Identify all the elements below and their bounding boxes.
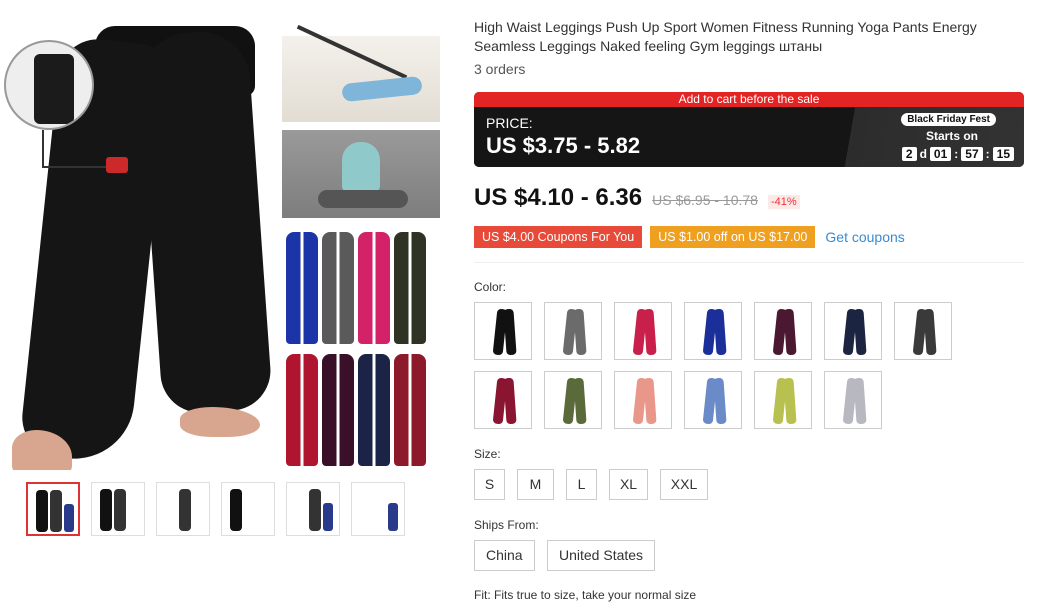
thumbnail[interactable]: [286, 482, 340, 536]
color-swatch[interactable]: [894, 302, 952, 360]
countdown-separator: :: [985, 147, 990, 161]
pant-variant-image: [394, 232, 426, 344]
callout-line: [42, 130, 44, 168]
color-swatch[interactable]: [824, 371, 882, 429]
thumbnail[interactable]: [351, 482, 405, 536]
swatch-leggings-image: [713, 308, 727, 356]
swatch-leggings-image: [853, 377, 867, 425]
order-count: 3 orders: [474, 61, 526, 77]
phone-pocket-zoom-image: [4, 40, 94, 130]
product-gallery: [0, 0, 460, 605]
size-option-l[interactable]: L: [566, 469, 597, 500]
color-swatch[interactable]: [684, 371, 742, 429]
pant-variant-image: [286, 232, 318, 344]
color-swatch[interactable]: [614, 371, 672, 429]
swatch-leggings-image: [853, 308, 867, 356]
swatch-leggings-image: [503, 377, 517, 425]
price-row: US $4.10 - 6.36 US $6.95 - 10.78 -41%: [474, 184, 800, 212]
size-option-m[interactable]: M: [517, 469, 554, 500]
promo-price-label: PRICE:: [486, 115, 533, 131]
pant-variant-image: [322, 354, 354, 466]
swatch-leggings-image: [713, 377, 727, 425]
divider: [474, 262, 1024, 263]
swatch-leggings-image: [503, 308, 517, 356]
get-coupons-link[interactable]: Get coupons: [825, 229, 904, 245]
starts-on-label: Starts on: [925, 129, 978, 143]
size-option-s[interactable]: S: [474, 469, 505, 500]
color-swatch[interactable]: [474, 371, 532, 429]
color-swatch[interactable]: [544, 302, 602, 360]
black-friday-badge: Black Friday Fest: [901, 113, 996, 126]
thumbnail[interactable]: [91, 482, 145, 536]
swatch-leggings-image: [643, 377, 657, 425]
color-label: Color:: [474, 280, 507, 294]
swatch-leggings-image: [573, 377, 587, 425]
yoga-photo-1: [282, 24, 440, 122]
ships-from-china[interactable]: China: [474, 540, 535, 571]
thumbnail[interactable]: [156, 482, 210, 536]
swatch-leggings-image: [783, 308, 797, 356]
callout-line: [42, 166, 112, 168]
color-swatch[interactable]: [684, 302, 742, 360]
color-swatch[interactable]: [474, 302, 532, 360]
color-swatch[interactable]: [544, 371, 602, 429]
color-swatch[interactable]: [824, 302, 882, 360]
countdown-days: 2: [901, 147, 917, 161]
color-swatch[interactable]: [754, 302, 812, 360]
size-option-xxl[interactable]: XXL: [660, 469, 708, 500]
pant-variant-image: [286, 354, 318, 466]
swatch-leggings-image: [923, 308, 937, 356]
color-swatch[interactable]: [754, 371, 812, 429]
swatch-leggings-image: [643, 308, 657, 356]
product-info: High Waist Leggings Push Up Sport Women …: [474, 18, 1026, 77]
color-variants-image: [282, 228, 440, 470]
fit-note: Fit: Fits true to size, take your normal…: [474, 588, 697, 602]
sale-countdown: 2 d 01 : 57 : 15: [901, 147, 1014, 161]
yoga-photo-2: [282, 130, 440, 218]
coupon-row: US $4.00 Coupons For You US $1.00 off on…: [474, 226, 905, 248]
main-product-image[interactable]: [0, 12, 445, 470]
pant-variant-image: [322, 232, 354, 344]
phone-pocket-marker: [106, 157, 128, 173]
ships-from-label: Ships From:: [474, 518, 539, 532]
coupon-badge[interactable]: US $1.00 off on US $17.00: [650, 226, 816, 248]
promo-price: US $3.75 - 5.82: [486, 133, 641, 158]
promo-banner-text: Add to cart before the sale: [474, 92, 1024, 107]
pant-variant-image: [358, 232, 390, 344]
pant-variant-image: [358, 354, 390, 466]
countdown-separator: :: [954, 147, 959, 161]
swatch-leggings-image: [783, 377, 797, 425]
countdown-seconds: 15: [992, 147, 1014, 161]
promo-body: PRICE: US $3.75 - 5.82 Black Friday Fest…: [474, 107, 1024, 167]
product-title: High Waist Leggings Push Up Sport Women …: [474, 19, 977, 54]
original-price: US $6.95 - 10.78: [652, 192, 758, 208]
color-swatch[interactable]: [614, 302, 672, 360]
countdown-hours: 01: [929, 147, 952, 161]
thumbnail[interactable]: [221, 482, 275, 536]
discount-badge: -41%: [767, 195, 800, 209]
ships-from-united-states[interactable]: United States: [547, 540, 656, 571]
foot-image: [180, 407, 260, 437]
coupon-badge[interactable]: US $4.00 Coupons For You: [474, 226, 643, 248]
swatch-leggings-image: [573, 308, 587, 356]
sale-promo-banner: Add to cart before the sale PRICE: US $3…: [474, 92, 1024, 167]
countdown-days-unit: d: [919, 147, 927, 161]
current-price: US $4.10 - 6.36: [474, 184, 643, 211]
thumbnail[interactable]: [26, 482, 80, 536]
pant-variant-image: [394, 354, 426, 466]
countdown-minutes: 57: [961, 147, 983, 161]
size-option-xl[interactable]: XL: [609, 469, 648, 500]
size-label: Size:: [474, 447, 501, 461]
